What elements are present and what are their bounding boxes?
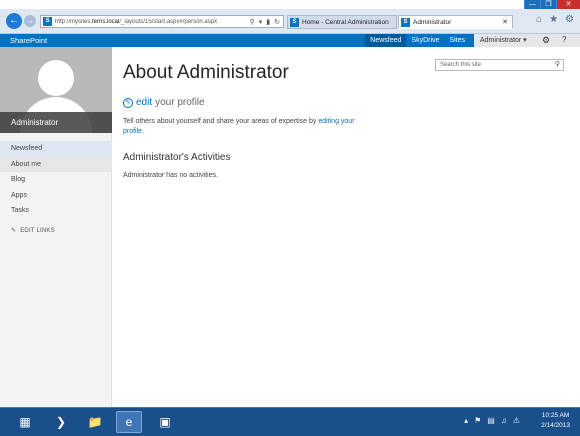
close-window-button[interactable]: ✕ bbox=[556, 0, 580, 9]
nav-item-newsfeed[interactable]: Newsfeed bbox=[0, 141, 112, 157]
gear-icon[interactable]: ⚙ bbox=[542, 35, 552, 45]
taskbar: ▦ ❯ 📁 e ▣ ▴ ⚑ ▤ ♫ ⚠ 10:25 AM 2/14/2013 bbox=[0, 407, 580, 436]
lock-icon[interactable]: ▮ bbox=[266, 18, 270, 26]
quick-launch: Newsfeed About me Blog Apps Tasks bbox=[0, 141, 112, 219]
favorites-icon[interactable]: ★ bbox=[549, 14, 558, 25]
home-icon[interactable]: ⌂ bbox=[536, 14, 542, 25]
avatar-head bbox=[38, 60, 74, 96]
address-bar[interactable]: S http://mysites.ferris.local/_layouts/1… bbox=[40, 15, 284, 28]
sharepoint-favicon-icon: S bbox=[290, 17, 299, 27]
nav-item-tasks[interactable]: Tasks bbox=[0, 203, 112, 219]
nav-item-apps[interactable]: Apps bbox=[0, 188, 112, 204]
suite-link-skydrive[interactable]: SkyDrive bbox=[406, 34, 444, 47]
profile-name: Administrator bbox=[0, 112, 112, 133]
profile-picture: Administrator bbox=[0, 47, 112, 133]
alert-icon[interactable]: ⚠ bbox=[513, 416, 520, 425]
back-button[interactable]: ← bbox=[6, 13, 22, 29]
restore-button[interactable]: ❐ bbox=[540, 0, 556, 9]
left-panel: Administrator Newsfeed About me Blog App… bbox=[0, 47, 112, 407]
address-url[interactable]: http://mysites.ferris.local/_layouts/15/… bbox=[55, 19, 250, 25]
edit-links-button[interactable]: ✎ EDIT LINKS bbox=[11, 227, 55, 234]
file-explorer-icon[interactable]: 📁 bbox=[82, 411, 108, 433]
suite-link-sites[interactable]: Sites bbox=[444, 34, 470, 47]
sharepoint-brand[interactable]: SharePoint bbox=[10, 36, 47, 45]
tab-administrator[interactable]: S Administrator ✕ bbox=[398, 15, 513, 29]
forward-button[interactable]: → bbox=[24, 15, 36, 27]
user-menu[interactable]: Administrator ▾ bbox=[474, 34, 538, 47]
page-title: About Administrator bbox=[123, 62, 289, 83]
server-manager-icon[interactable]: ▦ bbox=[12, 411, 38, 433]
tools-icon[interactable]: ⚙ bbox=[565, 14, 574, 25]
dropdown-icon[interactable]: ▾ bbox=[259, 18, 263, 26]
window-controls: — ❐ ✕ bbox=[524, 0, 580, 9]
activities-heading: Administrator's Activities bbox=[123, 152, 231, 163]
minimize-button[interactable]: — bbox=[524, 0, 540, 9]
sharepoint-favicon-icon: S bbox=[401, 17, 410, 27]
nav-item-about-me[interactable]: About me bbox=[0, 156, 112, 172]
refresh-icon[interactable]: ↻ bbox=[274, 18, 280, 26]
sharepoint-favicon-icon: S bbox=[43, 17, 52, 26]
search-input[interactable]: Search this site ⚲ bbox=[435, 59, 564, 71]
system-tray: ▴ ⚑ ▤ ♫ ⚠ bbox=[464, 416, 520, 425]
profile-description: Tell others about yourself and share you… bbox=[123, 118, 355, 135]
clock[interactable]: 10:25 AM 2/14/2013 bbox=[541, 411, 570, 431]
powershell-icon[interactable]: ❯ bbox=[48, 411, 74, 433]
network-icon[interactable]: ▤ bbox=[487, 416, 495, 425]
edit-icon: ✎ bbox=[123, 97, 133, 108]
flag-icon[interactable]: ⚑ bbox=[474, 416, 481, 425]
search-icon[interactable]: ⚲ bbox=[555, 60, 560, 70]
tab-central-admin[interactable]: S Home - Central Administration bbox=[287, 15, 397, 29]
edit-profile-link[interactable]: ✎ edit your profile bbox=[123, 97, 205, 108]
app-window-icon[interactable]: ▣ bbox=[152, 411, 178, 433]
suite-link-newsfeed[interactable]: Newsfeed bbox=[365, 34, 407, 47]
internet-explorer-icon[interactable]: e bbox=[116, 411, 142, 433]
search-icon[interactable]: ⚲ bbox=[250, 18, 255, 26]
volume-icon[interactable]: ♫ bbox=[501, 416, 507, 425]
nav-item-blog[interactable]: Blog bbox=[0, 172, 112, 188]
show-hidden-icon[interactable]: ▴ bbox=[464, 416, 468, 425]
close-tab-icon[interactable]: ✕ bbox=[502, 18, 508, 26]
help-icon[interactable]: ? bbox=[562, 35, 572, 45]
pencil-icon: ✎ bbox=[11, 228, 17, 234]
activities-empty-message: Administrator has no activities. bbox=[123, 172, 218, 179]
browser-toolbar: ← → S http://mysites.ferris.local/_layou… bbox=[0, 9, 580, 34]
